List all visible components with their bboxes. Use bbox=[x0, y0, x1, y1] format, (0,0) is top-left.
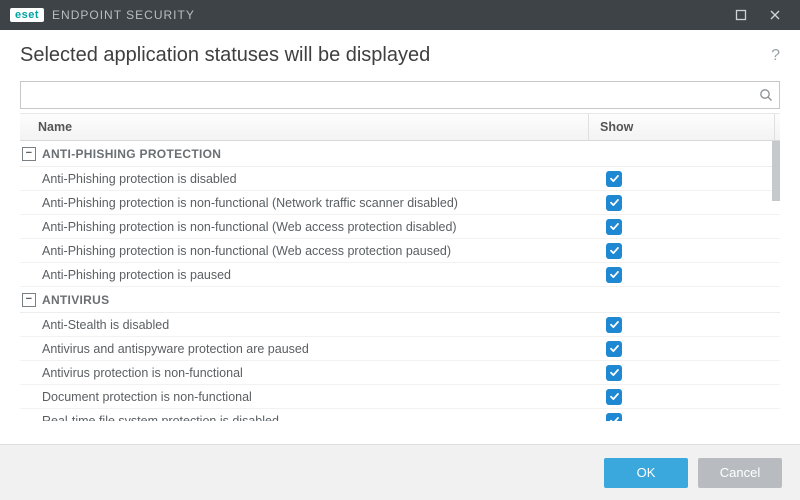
titlebar: eset ENDPOINT SECURITY bbox=[0, 0, 800, 30]
status-row: Anti-Phishing protection is disabled bbox=[20, 167, 780, 191]
show-checkbox[interactable] bbox=[606, 267, 622, 283]
status-row: Anti-Stealth is disabled bbox=[20, 313, 780, 337]
help-button[interactable]: ? bbox=[771, 47, 780, 65]
group-row[interactable]: −ANTI-PHISHING PROTECTION bbox=[20, 141, 780, 167]
show-checkbox[interactable] bbox=[606, 171, 622, 187]
show-checkbox[interactable] bbox=[606, 317, 622, 333]
show-checkbox[interactable] bbox=[606, 365, 622, 381]
status-name: Anti-Phishing protection is non-function… bbox=[20, 196, 600, 210]
status-name: Antivirus protection is non-functional bbox=[20, 366, 600, 380]
status-name: Document protection is non-functional bbox=[20, 390, 600, 404]
group-label: ANTIVIRUS bbox=[42, 293, 109, 307]
status-name: Real-time file system protection is disa… bbox=[20, 414, 600, 422]
status-show-cell bbox=[600, 389, 780, 405]
dialog-footer: OK Cancel bbox=[0, 444, 800, 500]
brand: eset ENDPOINT SECURITY bbox=[10, 8, 195, 22]
status-name: Anti-Phishing protection is non-function… bbox=[20, 244, 600, 258]
status-name: Anti-Stealth is disabled bbox=[20, 318, 600, 332]
check-icon bbox=[609, 319, 620, 330]
group-label: ANTI-PHISHING PROTECTION bbox=[42, 147, 221, 161]
show-checkbox[interactable] bbox=[606, 413, 622, 422]
scrollbar-track[interactable] bbox=[772, 141, 780, 421]
maximize-icon bbox=[735, 9, 747, 21]
search-input[interactable] bbox=[29, 83, 759, 107]
status-show-cell bbox=[600, 243, 780, 259]
check-icon bbox=[609, 173, 620, 184]
status-show-cell bbox=[600, 365, 780, 381]
check-icon bbox=[609, 197, 620, 208]
help-icon: ? bbox=[771, 47, 780, 64]
column-resizer[interactable] bbox=[774, 114, 780, 140]
status-row: Anti-Phishing protection is non-function… bbox=[20, 215, 780, 239]
show-checkbox[interactable] bbox=[606, 243, 622, 259]
check-icon bbox=[609, 269, 620, 280]
collapse-icon[interactable]: − bbox=[22, 293, 36, 307]
window-maximize-button[interactable] bbox=[724, 0, 758, 30]
status-show-cell bbox=[600, 267, 780, 283]
check-icon bbox=[609, 343, 620, 354]
close-icon bbox=[769, 9, 781, 21]
check-icon bbox=[609, 415, 620, 421]
column-header-name[interactable]: Name bbox=[20, 120, 588, 134]
status-row: Antivirus and antispyware protection are… bbox=[20, 337, 780, 361]
status-show-cell bbox=[600, 171, 780, 187]
status-show-cell bbox=[600, 341, 780, 357]
status-show-cell bbox=[600, 195, 780, 211]
status-show-cell bbox=[600, 413, 780, 422]
window-close-button[interactable] bbox=[758, 0, 792, 30]
ok-button[interactable]: OK bbox=[604, 458, 688, 488]
status-name: Anti-Phishing protection is paused bbox=[20, 268, 600, 282]
brand-logo: eset bbox=[10, 8, 44, 22]
content: Selected application statuses will be di… bbox=[0, 30, 800, 444]
check-icon bbox=[609, 245, 620, 256]
scrollbar-thumb[interactable] bbox=[772, 141, 780, 201]
status-row: Document protection is non-functional bbox=[20, 385, 780, 409]
cancel-button[interactable]: Cancel bbox=[698, 458, 782, 488]
status-list: −ANTI-PHISHING PROTECTIONAnti-Phishing p… bbox=[20, 141, 780, 421]
check-icon bbox=[609, 367, 620, 378]
show-checkbox[interactable] bbox=[606, 389, 622, 405]
status-row: Antivirus protection is non-functional bbox=[20, 361, 780, 385]
group-row[interactable]: −ANTIVIRUS bbox=[20, 287, 780, 313]
status-name: Anti-Phishing protection is disabled bbox=[20, 172, 600, 186]
status-row: Real-time file system protection is disa… bbox=[20, 409, 780, 421]
page-title: Selected application statuses will be di… bbox=[20, 44, 771, 67]
status-name: Antivirus and antispyware protection are… bbox=[20, 342, 600, 356]
status-row: Anti-Phishing protection is non-function… bbox=[20, 191, 780, 215]
status-name: Anti-Phishing protection is non-function… bbox=[20, 220, 600, 234]
collapse-icon[interactable]: − bbox=[22, 147, 36, 161]
status-show-cell bbox=[600, 219, 780, 235]
column-header-show[interactable]: Show bbox=[594, 120, 774, 134]
show-checkbox[interactable] bbox=[606, 219, 622, 235]
search-icon bbox=[759, 88, 773, 102]
table-header: Name Show bbox=[20, 113, 780, 141]
show-checkbox[interactable] bbox=[606, 341, 622, 357]
status-row: Anti-Phishing protection is paused bbox=[20, 263, 780, 287]
check-icon bbox=[609, 221, 620, 232]
status-row: Anti-Phishing protection is non-function… bbox=[20, 239, 780, 263]
search-bar[interactable] bbox=[20, 81, 780, 109]
show-checkbox[interactable] bbox=[606, 195, 622, 211]
brand-product: ENDPOINT SECURITY bbox=[52, 8, 195, 22]
status-show-cell bbox=[600, 317, 780, 333]
check-icon bbox=[609, 391, 620, 402]
